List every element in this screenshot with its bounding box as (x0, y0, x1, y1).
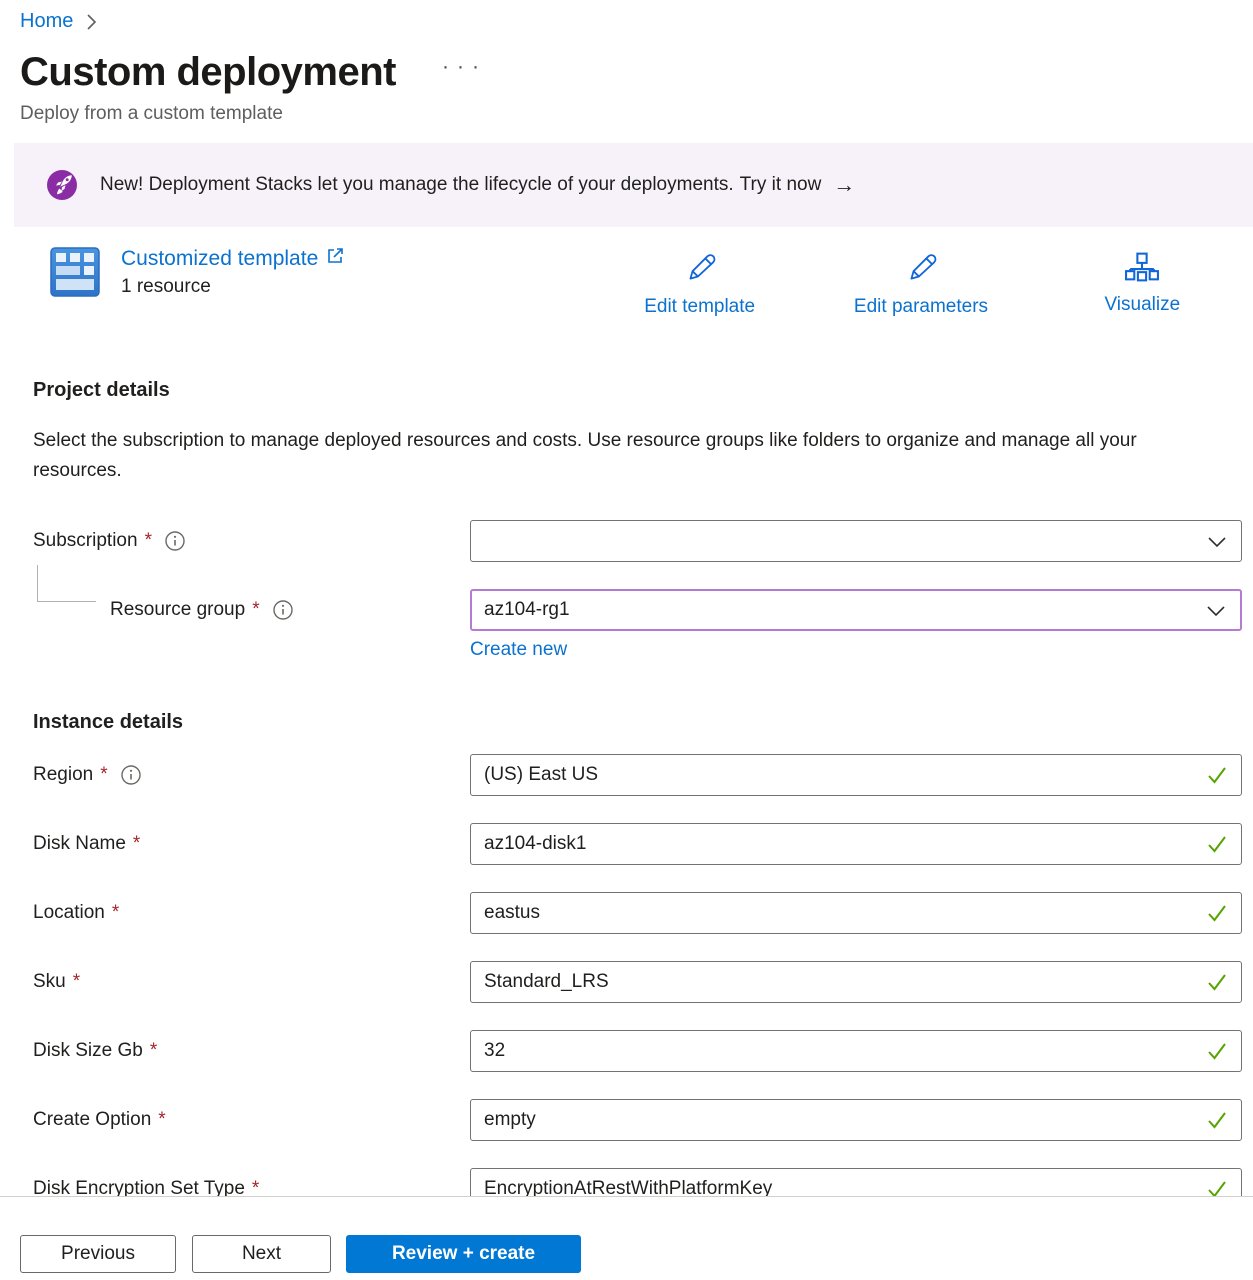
required-asterisk: * (100, 764, 107, 786)
project-details-description: Select the subscription to manage deploy… (33, 426, 1183, 486)
resource-group-row: Resource group * az104-rg1 (33, 589, 1242, 631)
template-band: Customized template 1 resource Edit temp… (0, 247, 1253, 319)
pencil-icon (904, 251, 938, 290)
info-icon[interactable] (121, 765, 141, 785)
valid-check-icon (1206, 764, 1228, 786)
create-option-value: empty (484, 1109, 536, 1131)
breadcrumb: Home (0, 0, 1253, 33)
create-option-label: Create Option (33, 1109, 151, 1131)
pencil-icon (683, 251, 717, 290)
subscription-label: Subscription (33, 530, 138, 552)
location-row: Location * eastus (33, 892, 1242, 934)
template-toolbar: Edit template Edit parameters Visualize (589, 251, 1253, 318)
disk-size-label: Disk Size Gb (33, 1040, 143, 1062)
edit-template-button[interactable]: Edit template (589, 251, 810, 318)
page-subtitle: Deploy from a custom template (0, 103, 1253, 125)
disk-name-value: az104-disk1 (484, 833, 586, 855)
customized-template-link[interactable]: Customized template (121, 247, 344, 271)
subscription-row: Subscription * (33, 520, 1242, 562)
valid-check-icon (1206, 902, 1228, 924)
resource-count: 1 resource (121, 276, 344, 298)
org-chart-icon (1124, 251, 1160, 288)
sku-value: Standard_LRS (484, 971, 609, 993)
instance-details-heading: Instance details (33, 711, 1253, 734)
more-options-ellipsis-icon[interactable]: ··· (442, 55, 487, 79)
visualize-button[interactable]: Visualize (1032, 251, 1253, 318)
template-icon (50, 247, 100, 302)
info-icon[interactable] (165, 531, 185, 551)
title-row: Custom deployment ··· (0, 49, 1253, 95)
resource-group-value: az104-rg1 (484, 599, 570, 621)
next-button[interactable]: Next (192, 1235, 331, 1273)
required-asterisk: * (73, 971, 80, 993)
banner-message: New! Deployment Stacks let you manage th… (100, 174, 734, 196)
location-value: eastus (484, 902, 540, 924)
region-input[interactable]: (US) East US (470, 754, 1242, 796)
valid-check-icon (1206, 971, 1228, 993)
required-asterisk: * (252, 599, 259, 621)
required-asterisk: * (145, 530, 152, 552)
custom-deployment-page: Home Custom deployment ··· Deploy from a… (0, 0, 1253, 1280)
chevron-down-icon (1205, 601, 1227, 619)
create-option-row: Create Option * empty (33, 1099, 1242, 1141)
region-value: (US) East US (484, 764, 598, 786)
valid-check-icon (1206, 833, 1228, 855)
disk-size-input[interactable]: 32 (470, 1030, 1242, 1072)
template-card: Customized template 1 resource (50, 247, 344, 302)
location-input[interactable]: eastus (470, 892, 1242, 934)
region-label: Region (33, 764, 93, 786)
region-row: Region * (US) East US (33, 754, 1242, 796)
disk-size-row: Disk Size Gb * 32 (33, 1030, 1242, 1072)
required-asterisk: * (150, 1040, 157, 1062)
disk-name-label: Disk Name (33, 833, 126, 855)
sku-row: Sku * Standard_LRS (33, 961, 1242, 1003)
chevron-right-icon (83, 12, 99, 32)
edit-parameters-button[interactable]: Edit parameters (810, 251, 1031, 318)
valid-check-icon (1206, 1109, 1228, 1131)
info-icon[interactable] (273, 600, 293, 620)
previous-button[interactable]: Previous (20, 1235, 176, 1273)
subscription-dropdown[interactable] (470, 520, 1242, 562)
create-new-link[interactable]: Create new (470, 639, 567, 660)
valid-check-icon (1206, 1040, 1228, 1062)
subscription-resource-group-connector (37, 565, 96, 602)
disk-size-value: 32 (484, 1040, 505, 1062)
external-link-icon (326, 247, 344, 271)
sku-input[interactable]: Standard_LRS (470, 961, 1242, 1003)
review-create-button[interactable]: Review + create (346, 1235, 581, 1273)
rocket-icon (47, 170, 77, 200)
disk-name-input[interactable]: az104-disk1 (470, 823, 1242, 865)
deployment-stacks-banner[interactable]: New! Deployment Stacks let you manage th… (14, 143, 1253, 227)
project-details-heading: Project details (33, 379, 1253, 402)
required-asterisk: * (158, 1109, 165, 1131)
banner-try-it-now-link[interactable]: Try it now (740, 174, 822, 196)
breadcrumb-home-link[interactable]: Home (20, 10, 73, 33)
create-option-input[interactable]: empty (470, 1099, 1242, 1141)
location-label: Location (33, 902, 105, 924)
arrow-right-icon[interactable]: → (833, 174, 855, 196)
sku-label: Sku (33, 971, 66, 993)
required-asterisk: * (133, 833, 140, 855)
disk-name-row: Disk Name * az104-disk1 (33, 823, 1242, 865)
project-details-form: Subscription * Resource group * (0, 520, 1253, 1210)
wizard-footer: Previous Next Review + create (0, 1196, 1253, 1280)
page-title: Custom deployment (20, 49, 396, 95)
required-asterisk: * (112, 902, 119, 924)
resource-group-label: Resource group (110, 599, 245, 621)
resource-group-dropdown[interactable]: az104-rg1 (470, 589, 1242, 631)
chevron-down-icon (1206, 532, 1228, 550)
